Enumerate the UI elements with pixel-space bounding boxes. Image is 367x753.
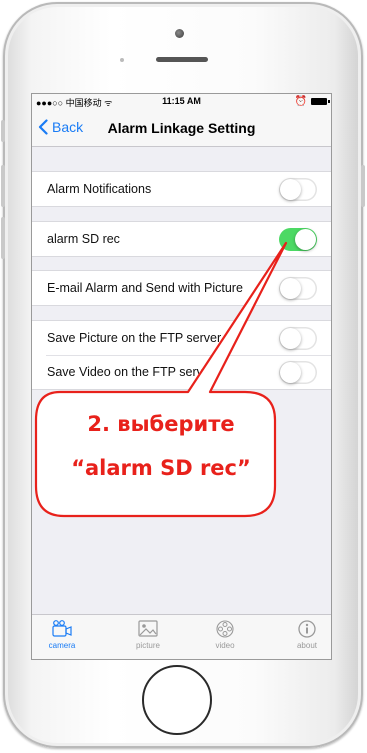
tab-camera[interactable]: camera [32,619,92,650]
tab-bar: camera picture video about [32,614,331,659]
power-button [361,165,365,207]
list-item: Save Picture on the FTP server [32,321,331,355]
list-item: Alarm Notifications [32,172,331,206]
setting-label: E-mail Alarm and Send with Picture [47,281,243,295]
setting-label: Alarm Notifications [47,182,152,196]
settings-group-notifications: Alarm Notifications [32,171,331,207]
callout-step-text: 2. выберите [87,412,235,436]
setting-label: alarm SD rec [47,232,120,246]
tab-about[interactable]: about [277,619,331,650]
list-item: Save Video on the FTP server [32,355,331,389]
toggle-knob [280,277,301,299]
tab-picture[interactable]: picture [118,619,178,650]
email-alarm-toggle[interactable] [279,276,317,300]
info-icon [298,620,316,638]
alarm-sd-rec-toggle[interactable] [279,227,317,251]
ftp-video-toggle[interactable] [279,360,317,384]
page-title: Alarm Linkage Setting [107,120,256,136]
proximity-sensor [120,58,124,62]
callout-instruction: “alarm SD rec” [71,456,251,480]
tab-label: about [296,641,318,650]
picture-icon [138,620,158,637]
video-icon [216,620,234,638]
mute-switch [1,120,5,142]
tab-label: video [215,641,235,650]
front-camera [175,29,184,38]
navigation-bar: Back Alarm Linkage Setting [32,110,331,147]
home-button[interactable] [142,665,212,735]
list-item: E-mail Alarm and Send with Picture [32,271,331,305]
settings-group-sd: alarm SD rec [32,221,331,257]
setting-label: Save Video on the FTP server [47,365,214,379]
volume-up-button [1,165,5,207]
toggle-knob [295,228,316,250]
ftp-picture-toggle[interactable] [279,326,317,350]
earpiece-speaker [156,57,208,62]
status-bar: ●●●○○ 中国移动 ᯤ 11:15 AM ⏰ [32,94,331,110]
alarm-clock-icon: ⏰ [294,96,307,107]
status-time: 11:15 AM [162,96,201,106]
toggle-knob [280,178,301,200]
tab-label: camera [48,641,76,650]
camera-icon [52,620,72,637]
volume-down-button [1,217,5,259]
battery-icon [311,98,330,105]
app-screen: ●●●○○ 中国移动 ᯤ 11:15 AM ⏰ Back Alarm Linka… [31,93,332,660]
toggle-knob [280,361,301,383]
toggle-knob [280,327,301,349]
tab-label: picture [135,641,160,650]
setting-label: Save Picture on the FTP server [47,331,222,345]
alarm-notifications-toggle[interactable] [279,177,317,201]
settings-group-ftp: Save Picture on the FTP server Save Vide… [32,320,331,390]
tab-video[interactable]: video [195,619,255,650]
list-item: alarm SD rec [32,222,331,256]
settings-group-email: E-mail Alarm and Send with Picture [32,270,331,306]
